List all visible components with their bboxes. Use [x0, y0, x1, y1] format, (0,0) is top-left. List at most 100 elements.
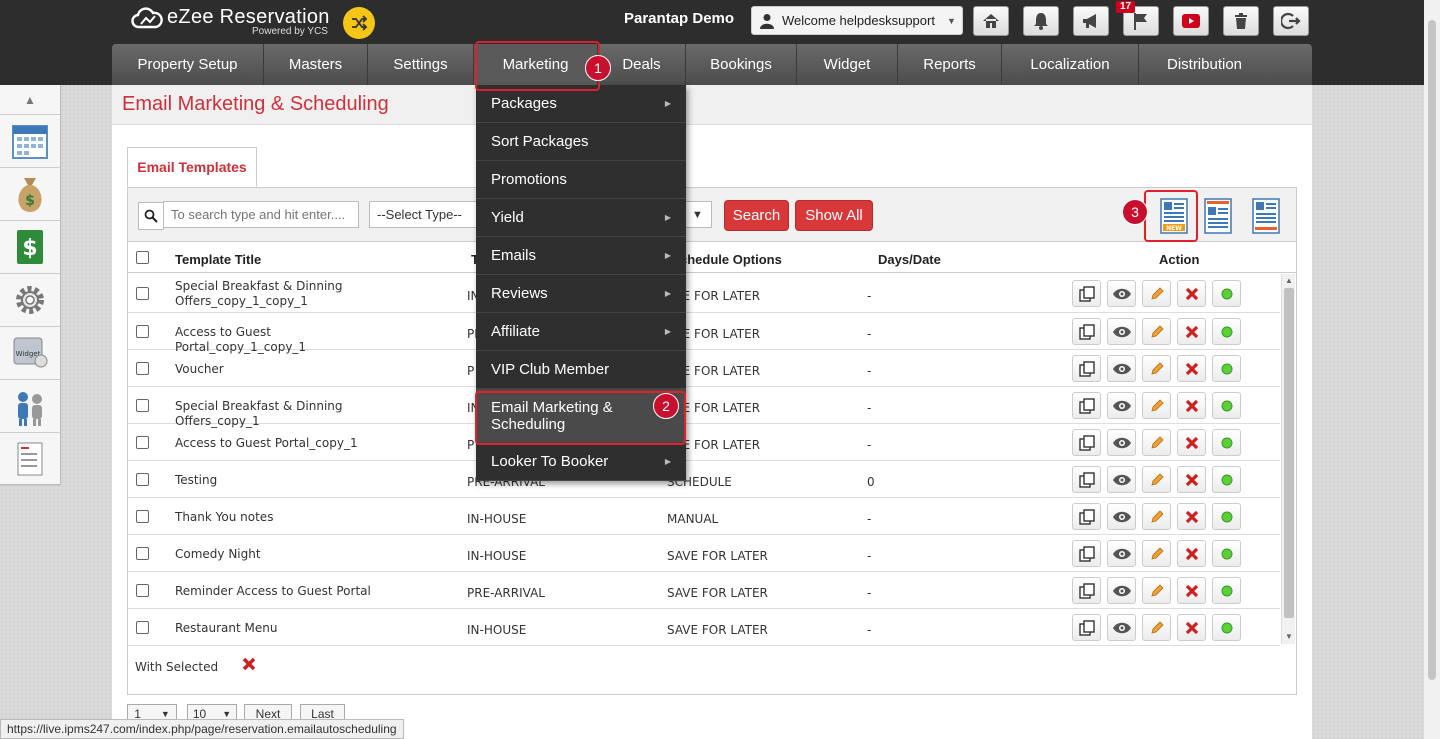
delete-button[interactable] [1177, 392, 1206, 419]
status-toggle-button[interactable] [1212, 392, 1241, 419]
edit-button[interactable] [1142, 614, 1171, 641]
sidebar-item-billing[interactable]: $ [0, 221, 60, 274]
status-toggle-button[interactable] [1212, 466, 1241, 493]
delete-button[interactable] [1177, 280, 1206, 307]
row-checkbox[interactable] [136, 473, 149, 486]
switch-property-button[interactable] [343, 7, 375, 39]
sidebar-item-settings[interactable] [0, 274, 60, 327]
page-scroll-thumb[interactable] [1428, 20, 1436, 680]
edit-button[interactable] [1142, 466, 1171, 493]
edit-button[interactable] [1142, 577, 1171, 604]
delete-button[interactable] [1177, 577, 1206, 604]
nav-localization[interactable]: Localization [1002, 44, 1139, 85]
preview-button[interactable] [1107, 392, 1136, 419]
nav-bookings[interactable]: Bookings [686, 44, 797, 85]
row-checkbox[interactable] [136, 621, 149, 634]
nav-masters[interactable]: Masters [264, 44, 368, 85]
copy-button[interactable] [1072, 429, 1101, 456]
menu-item-yield[interactable]: Yield ▶ [476, 199, 686, 237]
menu-item-emails[interactable]: Emails ▶ [476, 237, 686, 275]
nav-settings[interactable]: Settings [368, 44, 474, 85]
copy-button[interactable] [1072, 280, 1101, 307]
sidebar-scroll-up-button[interactable]: ▲ [0, 85, 60, 115]
edit-button[interactable] [1142, 318, 1171, 345]
menu-item-promotions[interactable]: Promotions [476, 161, 686, 199]
schedule-select-arrow[interactable]: ▼ [684, 201, 712, 228]
sidebar-item-widget[interactable]: Widget [0, 327, 60, 380]
copy-button[interactable] [1072, 503, 1101, 530]
table-scroll-thumb[interactable] [1284, 288, 1294, 618]
search-button[interactable]: Search [724, 200, 789, 231]
status-toggle-button[interactable] [1212, 577, 1241, 604]
edit-button[interactable] [1142, 280, 1171, 307]
copy-button[interactable] [1072, 614, 1101, 641]
copy-button[interactable] [1072, 466, 1101, 493]
row-checkbox[interactable] [136, 325, 149, 338]
delete-button[interactable] [1177, 503, 1206, 530]
row-checkbox[interactable] [136, 547, 149, 560]
search-input[interactable] [163, 201, 359, 228]
tab-email-templates[interactable]: Email Templates [127, 147, 257, 187]
preview-button[interactable] [1107, 429, 1136, 456]
preview-button[interactable] [1107, 540, 1136, 567]
delete-button[interactable] [1177, 355, 1206, 382]
delete-button[interactable] [1177, 429, 1206, 456]
copy-button[interactable] [1072, 392, 1101, 419]
status-toggle-button[interactable] [1212, 280, 1241, 307]
edit-button[interactable] [1142, 355, 1171, 382]
template-layout-button-2[interactable] [1250, 198, 1282, 234]
preview-button[interactable] [1107, 614, 1136, 641]
delete-button[interactable] [1177, 466, 1206, 493]
row-checkbox[interactable] [136, 436, 149, 449]
menu-item-vip-club-member[interactable]: VIP Club Member [476, 351, 686, 389]
preview-button[interactable] [1107, 466, 1136, 493]
status-toggle-button[interactable] [1212, 355, 1241, 382]
table-scrollbar[interactable]: ▲ ▼ [1281, 274, 1295, 644]
menu-item-affiliate[interactable]: Affiliate ▶ [476, 313, 686, 351]
nav-widget[interactable]: Widget [797, 44, 898, 85]
copy-button[interactable] [1072, 577, 1101, 604]
row-checkbox[interactable] [136, 510, 149, 523]
status-toggle-button[interactable] [1212, 503, 1241, 530]
delete-button[interactable] [1177, 614, 1206, 641]
sidebar-item-users[interactable] [0, 380, 60, 433]
row-checkbox[interactable] [136, 287, 149, 300]
preview-button[interactable] [1107, 577, 1136, 604]
copy-button[interactable] [1072, 540, 1101, 567]
sidebar-item-rates[interactable]: $ [0, 168, 60, 221]
nav-reports[interactable]: Reports [898, 44, 1002, 85]
status-toggle-button[interactable] [1212, 614, 1241, 641]
menu-item-looker-to-booker[interactable]: Looker To Booker ▶ [476, 443, 686, 481]
search-icon[interactable] [138, 202, 164, 230]
show-all-button[interactable]: Show All [795, 200, 873, 231]
status-toggle-button[interactable] [1212, 540, 1241, 567]
preview-button[interactable] [1107, 318, 1136, 345]
logout-button[interactable] [1273, 6, 1309, 36]
sidebar-item-calendar[interactable] [0, 115, 60, 168]
announcements-button[interactable] [1073, 6, 1109, 36]
delete-button[interactable] [1177, 540, 1206, 567]
row-checkbox[interactable] [136, 399, 149, 412]
edit-button[interactable] [1142, 392, 1171, 419]
page-scrollbar[interactable] [1424, 0, 1440, 739]
copy-button[interactable] [1072, 318, 1101, 345]
home-button[interactable] [973, 6, 1009, 36]
nav-distribution[interactable]: Distribution [1139, 44, 1270, 85]
menu-item-sort-packages[interactable]: Sort Packages [476, 123, 686, 161]
nav-property-setup[interactable]: Property Setup [112, 44, 264, 85]
sidebar-item-tasks[interactable] [0, 433, 60, 486]
edit-button[interactable] [1142, 540, 1171, 567]
row-checkbox[interactable] [136, 584, 149, 597]
template-layout-button-1[interactable] [1202, 198, 1234, 234]
preview-button[interactable] [1107, 355, 1136, 382]
copy-button[interactable] [1072, 355, 1101, 382]
clear-cache-button[interactable] [1223, 6, 1259, 36]
edit-button[interactable] [1142, 503, 1171, 530]
preview-button[interactable] [1107, 280, 1136, 307]
delete-button[interactable] [1177, 318, 1206, 345]
nav-deals[interactable]: Deals [598, 44, 686, 85]
preview-button[interactable] [1107, 503, 1136, 530]
row-checkbox[interactable] [136, 362, 149, 375]
select-all-checkbox[interactable] [136, 251, 149, 264]
user-menu-dropdown[interactable]: Welcome helpdesksupport ▼ [751, 6, 963, 35]
